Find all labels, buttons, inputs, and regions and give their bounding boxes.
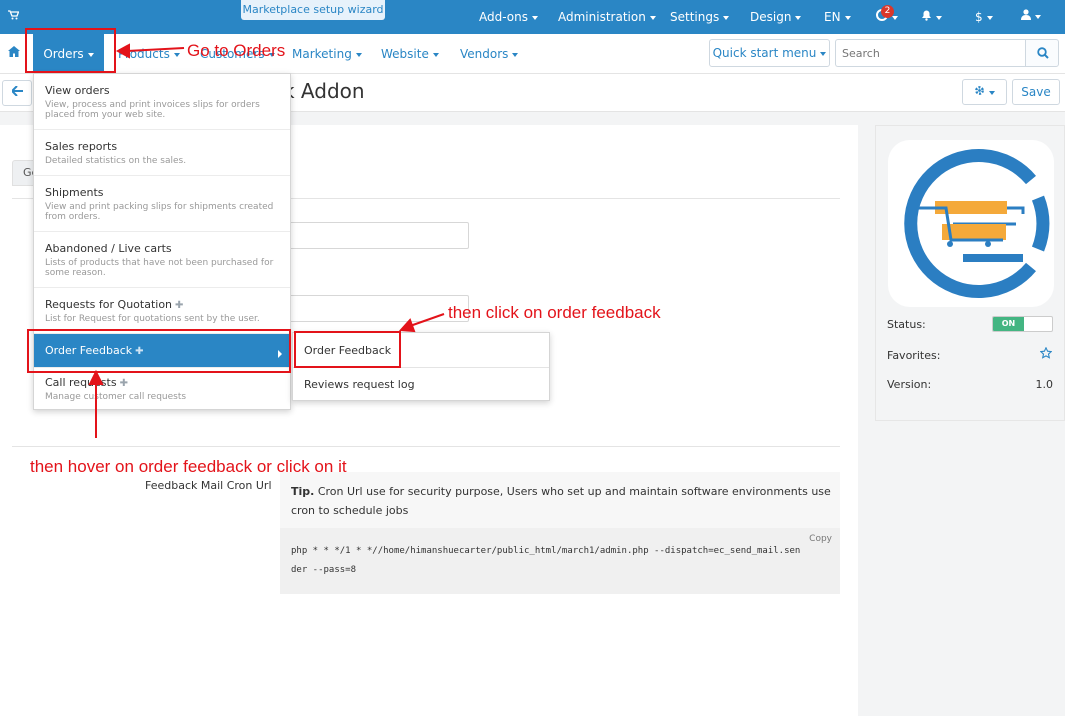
annotation-step1: Go to Orders xyxy=(187,41,286,60)
arrow-to-orders xyxy=(125,47,185,52)
annotation-arrows xyxy=(88,43,445,438)
arrowhead-order-feedback xyxy=(88,369,104,385)
annotation-step2: then hover on order feedback or click on… xyxy=(30,457,347,476)
arrow-to-submenu xyxy=(409,313,445,327)
arrowhead-orders xyxy=(115,43,130,59)
arrowhead-submenu xyxy=(398,318,416,333)
annotation-step3: then click on order feedback xyxy=(448,303,661,322)
